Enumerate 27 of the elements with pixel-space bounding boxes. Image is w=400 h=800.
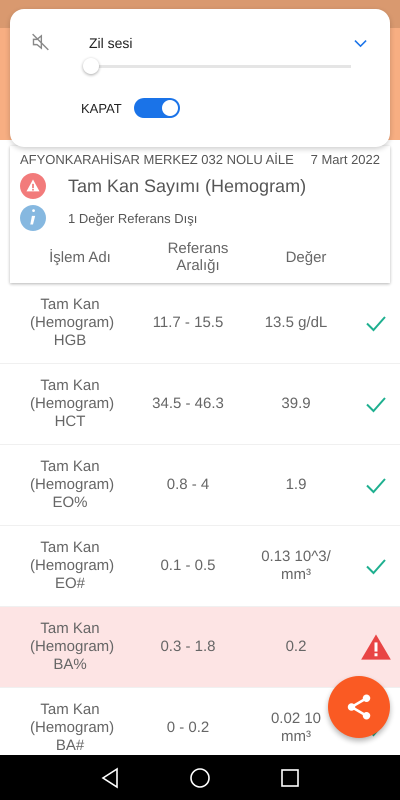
result-value: 0.02 10 mm³ xyxy=(270,710,322,746)
volume-label: Zil sesi xyxy=(88,35,134,51)
reference-range: 0.1 - 0.5 xyxy=(159,557,217,575)
column-header: Değer xyxy=(284,248,328,266)
column-header: Referans Aralığı xyxy=(166,240,230,274)
reference-range: 0.8 - 4 xyxy=(166,476,210,494)
test-date: 7 Mart 2022 xyxy=(310,152,380,167)
out-of-range-note: 1 Değer Referans Dışı xyxy=(68,210,198,226)
test-name: Tam Kan (Hemogram) EO% xyxy=(29,458,116,512)
test-title: Tam Kan Sayımı (Hemogram) xyxy=(68,176,306,196)
test-name: Tam Kan (Hemogram) BA% xyxy=(29,620,116,674)
test-name: Tam Kan (Hemogram) HCT xyxy=(29,377,116,431)
result-value: 39.9 xyxy=(280,395,312,413)
test-name: Tam Kan (Hemogram) BA# xyxy=(29,701,116,755)
reference-range: 0.3 - 1.8 xyxy=(159,638,217,656)
reference-range: 0 - 0.2 xyxy=(166,719,210,737)
test-name: Tam Kan (Hemogram) HGB xyxy=(29,296,116,350)
column-header: İşlem Adı xyxy=(48,248,112,266)
test-name: Tam Kan (Hemogram) EO# xyxy=(29,539,116,593)
reference-range: 34.5 - 46.3 xyxy=(151,395,225,413)
result-value: 0.2 xyxy=(284,638,308,656)
reference-range: 11.7 - 15.5 xyxy=(152,314,224,332)
result-value: 1.9 xyxy=(284,476,308,494)
institution-name: AFYONKARAHİSAR MERKEZ 032 NOLU AİLE xyxy=(20,152,294,167)
toggle-label: KAPAT xyxy=(81,100,122,116)
result-value: 0.13 10^3/ mm³ xyxy=(260,548,332,584)
result-value: 13.5 g/dL xyxy=(264,314,328,332)
